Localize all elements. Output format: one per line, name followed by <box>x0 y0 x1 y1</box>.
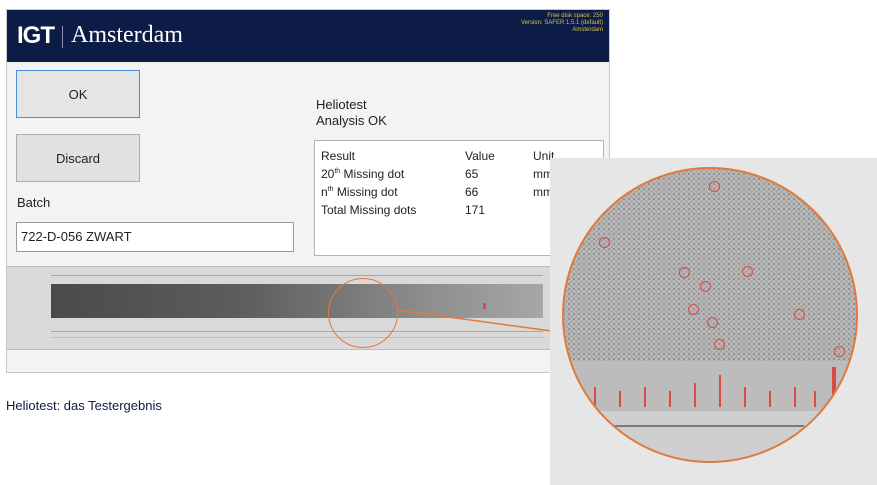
ruler-tick <box>794 387 796 407</box>
ruler-tick <box>744 387 746 407</box>
ruler-tick <box>814 391 816 407</box>
missing-dot-ring <box>688 304 699 315</box>
ruler-tick <box>644 387 646 407</box>
ruler-tick <box>832 367 836 407</box>
magnified-ruler <box>564 361 856 411</box>
magnified-strip-edge <box>564 411 856 461</box>
strip-edge-line <box>594 425 804 427</box>
missing-dot-ring <box>707 317 718 328</box>
ruler-tick <box>619 391 621 407</box>
figure-caption: Heliotest: das Testergebnis <box>6 398 162 413</box>
missing-dot-ring <box>714 339 725 350</box>
magnified-view <box>562 167 858 463</box>
ruler-tick <box>719 375 721 407</box>
missing-dot-ring <box>834 346 845 357</box>
ruler-tick <box>769 391 771 407</box>
ruler-tick <box>594 387 596 407</box>
missing-dot-ring <box>679 267 690 278</box>
missing-dot-ring <box>599 237 610 248</box>
ruler-tick <box>694 383 696 407</box>
missing-dot-ring <box>700 281 711 292</box>
missing-dot-ring <box>794 309 805 320</box>
ruler-tick <box>669 391 671 407</box>
missing-dot-ring <box>742 266 753 277</box>
missing-dot-ring <box>709 181 720 192</box>
